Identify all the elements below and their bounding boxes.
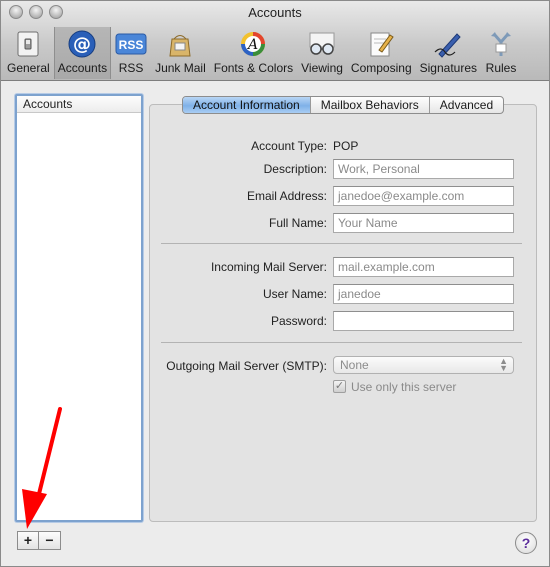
toolbar-label: Junk Mail bbox=[155, 61, 206, 75]
toolbar-general[interactable]: General bbox=[3, 27, 54, 79]
help-button[interactable]: ? bbox=[515, 532, 537, 554]
email-field[interactable]: janedoe@example.com bbox=[333, 186, 514, 206]
account-type-row: Account Type: POP bbox=[149, 136, 537, 156]
toolbar-accounts[interactable]: @ Accounts bbox=[53, 27, 112, 79]
toolbar-label: Accounts bbox=[57, 61, 108, 75]
svg-text:RSS: RSS bbox=[119, 38, 144, 52]
toolbar-signatures[interactable]: Signatures bbox=[416, 27, 481, 79]
password-label: Password: bbox=[270, 314, 327, 328]
at-sign-icon: @ bbox=[66, 29, 98, 59]
email-row: Email Address: janedoe@example.com bbox=[149, 186, 537, 206]
fullname-field[interactable]: Your Name bbox=[333, 213, 514, 233]
account-tabs: Account Information Mailbox Behaviors Ad… bbox=[182, 96, 505, 114]
toolbar-label: Viewing bbox=[301, 61, 343, 75]
tab-account-information[interactable]: Account Information bbox=[183, 97, 310, 113]
incoming-server-label: Incoming Mail Server: bbox=[210, 260, 327, 274]
password-row: Password: bbox=[149, 311, 537, 331]
account-type-label: Account Type: bbox=[251, 139, 327, 153]
incoming-server-row: Incoming Mail Server: mail.example.com bbox=[149, 257, 537, 277]
tab-advanced[interactable]: Advanced bbox=[428, 97, 503, 113]
username-field[interactable]: janedoe bbox=[333, 284, 514, 304]
accounts-list-header: Accounts bbox=[17, 96, 141, 113]
viewing-glasses-icon bbox=[306, 29, 338, 59]
description-row: Description: Work, Personal bbox=[149, 159, 537, 179]
toolbar-rss[interactable]: RSS RSS bbox=[111, 27, 151, 79]
section-divider bbox=[161, 342, 522, 343]
fonts-colors-icon: A bbox=[237, 29, 269, 59]
title-toolbar: Accounts General @ Accounts RSS RSS Junk… bbox=[1, 1, 549, 81]
toolbar-fonts-colors[interactable]: A Fonts & Colors bbox=[210, 27, 297, 79]
accounts-list[interactable]: Accounts bbox=[15, 94, 143, 522]
junk-mail-bag-icon bbox=[164, 29, 196, 59]
description-field[interactable]: Work, Personal bbox=[333, 159, 514, 179]
fullname-row: Full Name: Your Name bbox=[149, 213, 537, 233]
remove-account-button[interactable]: − bbox=[39, 531, 61, 550]
section-divider bbox=[161, 243, 522, 244]
list-buttons: + − bbox=[17, 531, 61, 550]
fullname-label: Full Name: bbox=[268, 216, 327, 230]
toolbar-viewing[interactable]: Viewing bbox=[297, 27, 347, 79]
toolbar-label: Composing bbox=[350, 61, 412, 75]
toolbar-label: Rules bbox=[485, 61, 517, 75]
toolbar-label: RSS bbox=[118, 61, 144, 75]
use-only-server-checkbox[interactable]: ✓ bbox=[333, 380, 346, 393]
add-account-button[interactable]: + bbox=[17, 531, 39, 550]
tab-mailbox-behaviors[interactable]: Mailbox Behaviors bbox=[309, 97, 429, 113]
signature-pen-icon bbox=[432, 29, 464, 59]
use-only-row: ✓ Use only this server bbox=[149, 379, 537, 399]
toolbar-composing[interactable]: Composing bbox=[347, 27, 416, 79]
svg-text:A: A bbox=[246, 37, 258, 53]
window-title: Accounts bbox=[248, 5, 302, 20]
account-type-value: POP bbox=[333, 139, 359, 153]
rules-arrows-icon bbox=[485, 29, 517, 59]
password-field[interactable] bbox=[333, 311, 514, 331]
username-label: User Name: bbox=[262, 287, 327, 301]
incoming-server-field[interactable]: mail.example.com bbox=[333, 257, 514, 277]
smtp-row: Outgoing Mail Server (SMTP): None ▲ ▼ bbox=[149, 356, 537, 376]
toolbar-label: Signatures bbox=[419, 61, 477, 75]
popup-arrows-icon: ▲ ▼ bbox=[499, 356, 508, 373]
general-switch-icon bbox=[12, 29, 44, 59]
toolbar-junk-mail[interactable]: Junk Mail bbox=[151, 27, 210, 79]
rss-icon: RSS bbox=[115, 29, 147, 59]
toolbar-rules[interactable]: Rules bbox=[481, 27, 521, 79]
use-only-server-label: Use only this server bbox=[351, 380, 457, 394]
smtp-server-value: None bbox=[340, 358, 369, 372]
toolbar-label: Fonts & Colors bbox=[213, 61, 294, 75]
email-label: Email Address: bbox=[246, 189, 327, 203]
smtp-server-popup[interactable]: None ▲ ▼ bbox=[333, 356, 514, 374]
toolbar-label: General bbox=[7, 61, 50, 75]
smtp-label: Outgoing Mail Server (SMTP): bbox=[166, 359, 327, 373]
preferences-toolbar: General @ Accounts RSS RSS Junk Mail A F… bbox=[3, 27, 521, 79]
svg-text:@: @ bbox=[73, 34, 91, 55]
description-label: Description: bbox=[263, 162, 327, 176]
composing-pencil-icon bbox=[365, 29, 397, 59]
accounts-window: Accounts General @ Accounts RSS RSS Junk… bbox=[0, 0, 550, 567]
username-row: User Name: janedoe bbox=[149, 284, 537, 304]
